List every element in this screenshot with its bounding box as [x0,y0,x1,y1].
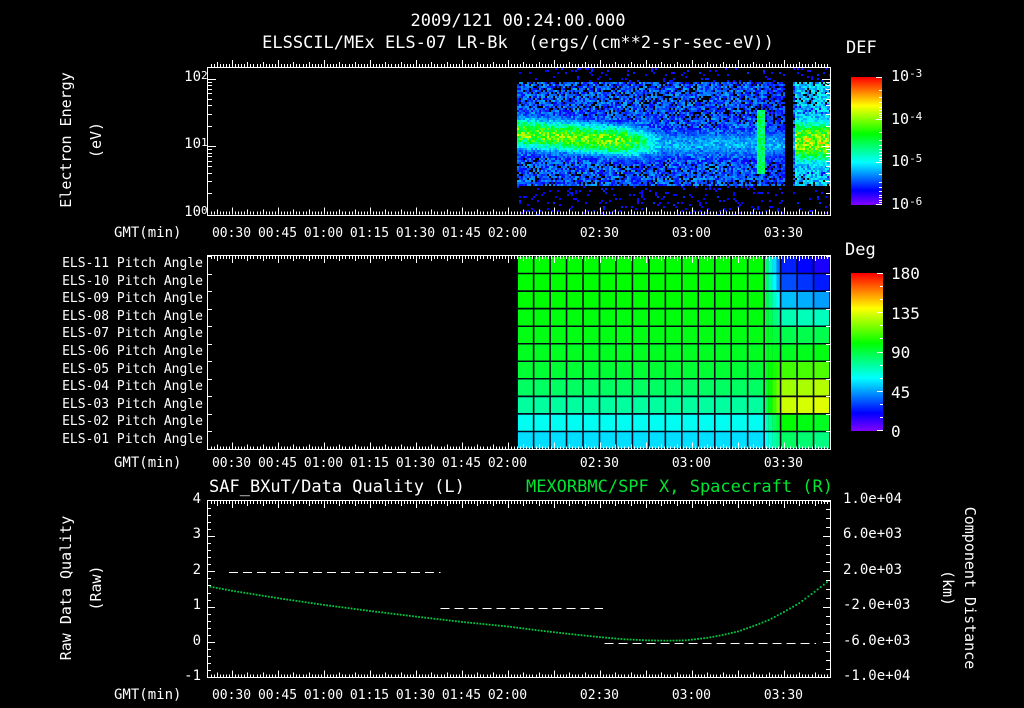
quality-y-tick-label: 0 [192,632,201,649]
quality-y-tick-label: -1 [184,668,201,684]
x-tick-label-row1: 01:00 [303,226,344,241]
x-tick-label-row1: 00:45 [257,226,298,241]
x-tick-label-row1: 01:30 [395,226,436,241]
deg-colorbar-tick-label: 180 [891,264,920,283]
x-tick-label-row3: 03:00 [671,688,711,703]
flux-colorbar-tick-label: 10 -3 [891,67,923,85]
distance-y-tick-label: 1.0e+04 [843,491,903,507]
distance-y-tick-label: -6.0e+03 [843,632,911,649]
x-tick-label-row2: 01:00 [303,456,344,471]
spectrogram-y-tick-label: 10 1 [184,136,208,152]
pitch-row-label: ELS-09 Pitch Angle [62,291,203,307]
pitch-row-label: ELS-04 Pitch Angle [62,379,203,395]
x-tick-label-row3: 00:45 [257,688,298,703]
distance-y-tick-label: 2.0e+03 [843,561,903,578]
x-tick-label-row3: 02:00 [487,688,528,703]
quality-y-tick-label: 1 [192,597,201,614]
x-tick-label-row2: 01:30 [395,456,436,471]
pitch-row-label: ELS-07 Pitch Angle [62,326,203,342]
x-tick-label-row3: 01:15 [349,688,390,703]
deg-colorbar-tick-label: 90 [891,343,911,362]
x-tick-label-row2: 00:45 [257,456,298,471]
pitch-row-label: ELS-10 Pitch Angle [62,273,203,289]
pitch-row-label: ELS-05 Pitch Angle [62,361,203,377]
x-tick-label-row3: 01:00 [303,688,344,703]
x-tick-label-row2: 01:45 [441,456,482,471]
x-tick-label-row2: 03:30 [763,456,803,471]
x-tick-label-row3: 02:30 [579,688,620,703]
deg-colorbar-tick-label: 0 [891,422,901,441]
els-summary-plot: 2009/121 00:24:00.000 ELSSCIL/MEx ELS-07… [0,0,1024,708]
x-tick-label-row1: 03:30 [763,226,803,241]
x-tick-label-row2: 01:15 [349,456,390,471]
spectrogram-y-tick-label: 10 0 [184,203,208,220]
x-tick-label-row1: 00:30 [211,226,252,241]
quality-y-tick-label: 3 [192,526,201,543]
x-tick-label-row2: 02:00 [487,456,528,471]
x-tick-label-row2: 03:00 [671,456,711,471]
x-tick-label-row2: 00:30 [211,456,252,471]
generated-labels-layer: 10 2 10 1 10 0 10 -3 10 -4 10 -5 10 -6 180 135 90 45 0 ELS-… [0,0,1024,708]
pitch-row-label: ELS-03 Pitch Angle [62,396,203,412]
flux-colorbar-tick-label: 10 -4 [891,109,923,128]
x-tick-label-row1: 02:00 [487,226,528,241]
deg-colorbar-tick-label: 45 [891,382,911,402]
distance-y-tick-label: 6.0e+03 [843,526,903,543]
x-tick-label-row1: 01:15 [349,226,390,241]
spectrogram-y-tick-label: 10 2 [184,68,208,85]
quality-y-tick-label: 4 [192,491,201,507]
pitch-row-label: ELS-02 Pitch Angle [62,414,203,430]
distance-y-tick-label: -2.0e+03 [843,597,911,614]
pitch-row-label: ELS-01 Pitch Angle [62,431,203,447]
pitch-row-label: ELS-11 Pitch Angle [62,256,203,272]
flux-colorbar-tick-label: 10 -5 [891,152,923,171]
deg-colorbar-tick-label: 135 [891,303,920,323]
pitch-row-label: ELS-06 Pitch Angle [62,344,203,360]
distance-y-tick-label: -1.0e+04 [843,668,911,684]
x-tick-label-row3: 00:30 [211,688,252,703]
x-tick-label-row1: 03:00 [671,226,711,241]
x-tick-label-row1: 02:30 [579,226,620,241]
x-tick-label-row3: 03:30 [763,688,803,703]
quality-y-tick-label: 2 [192,561,201,578]
x-tick-label-row3: 01:45 [441,688,482,703]
x-tick-label-row3: 01:30 [395,688,436,703]
pitch-row-label: ELS-08 Pitch Angle [62,308,203,324]
x-tick-label-row1: 01:45 [441,226,482,241]
flux-colorbar-tick-label: 10 -6 [891,195,923,213]
x-tick-label-row2: 02:30 [579,456,620,471]
